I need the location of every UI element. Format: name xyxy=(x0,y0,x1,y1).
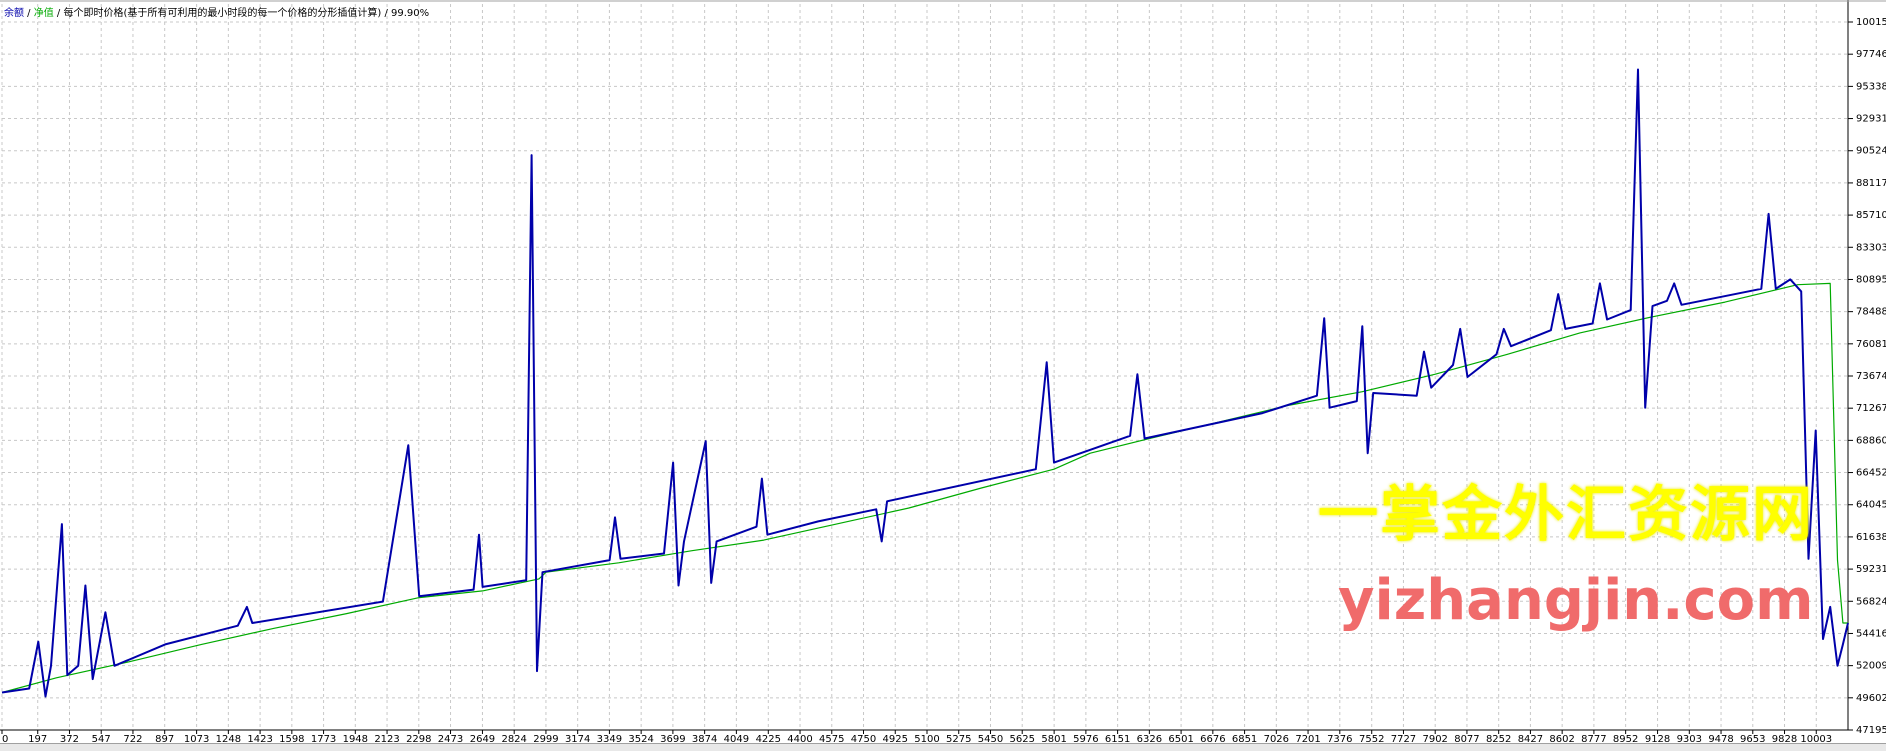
y-tick-label: 54416 xyxy=(1856,628,1886,639)
y-tick-label: 71267 xyxy=(1856,403,1886,414)
y-tick-label: 52009 xyxy=(1856,661,1886,672)
y-tick-label: 64045 xyxy=(1856,500,1886,511)
y-tick-label: 80895 xyxy=(1856,274,1886,285)
y-tick-label: 47195 xyxy=(1856,725,1886,736)
y-tick-label: 59231 xyxy=(1856,564,1886,575)
y-tick-label: 73674 xyxy=(1856,371,1886,382)
y-tick-label: 76081 xyxy=(1856,339,1886,350)
y-tick-label: 61638 xyxy=(1856,532,1886,543)
y-tick-label: 97746 xyxy=(1856,49,1886,60)
plot-background xyxy=(0,0,1886,750)
y-tick-label: 100153 xyxy=(1856,17,1886,28)
chart-frame: 0 197 372 547 722 897 1073 1248 1423 1598 1773 1948… xyxy=(0,0,1886,750)
y-tick-label: 78488 xyxy=(1856,307,1886,318)
legend-equity-label: 净值 xyxy=(33,8,54,19)
legend-balance-label: 余额 xyxy=(4,8,24,19)
y-tick-label: 68860 xyxy=(1856,435,1886,446)
y-tick-label: 88117 xyxy=(1856,178,1886,189)
y-tick-label: 95338 xyxy=(1856,81,1886,92)
legend-description: / 每个即时价格(基于所有可利用的最小时段的每一个价格的分形插值计算) / 99… xyxy=(53,8,430,19)
chart-legend: 余额 / 净值 / 每个即时价格(基于所有可利用的最小时段的每一个价格的分形插值… xyxy=(4,4,429,19)
y-tick-label: 56824 xyxy=(1856,596,1886,607)
y-tick-label: 49602 xyxy=(1856,693,1886,704)
y-tick-label: 92931 xyxy=(1856,114,1886,125)
y-tick-label: 90524 xyxy=(1856,146,1886,157)
y-tick-label: 66452 xyxy=(1856,468,1886,479)
y-tick-label: 83303 xyxy=(1856,242,1886,253)
legend-separator: / xyxy=(24,8,34,19)
y-tick-label: 85710 xyxy=(1856,210,1886,221)
